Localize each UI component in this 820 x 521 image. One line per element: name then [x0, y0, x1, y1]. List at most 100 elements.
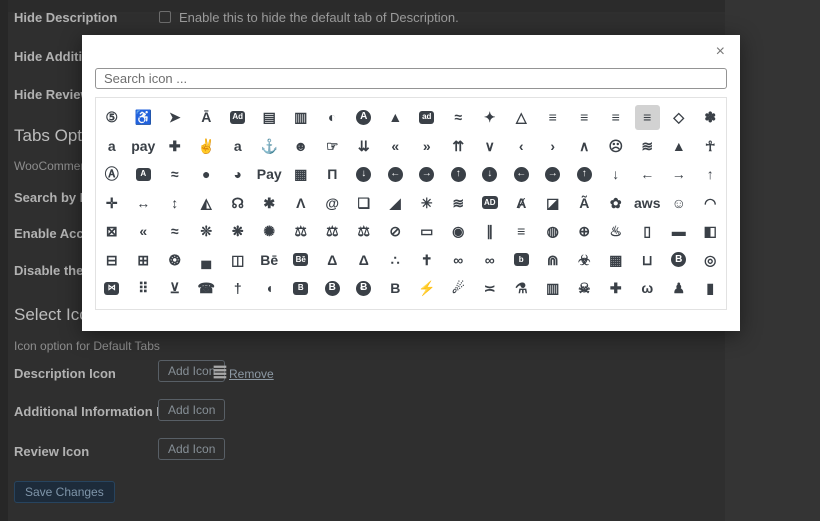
icon-cell-address-book[interactable]: ▤ [254, 103, 286, 132]
icon-cell-bitcoin[interactable]: B [663, 246, 695, 275]
icon-cell-app-store-ios[interactable]: A [128, 160, 160, 189]
icon-cell-bars[interactable]: ≡ [506, 217, 538, 246]
icon-cell-beer[interactable]: ◫ [222, 246, 254, 275]
icon-cell-battle-net[interactable]: ❂ [159, 246, 191, 275]
icon-cell-arrows-alt[interactable]: ✛ [96, 189, 128, 218]
icon-cell-behance[interactable]: Bē [254, 246, 286, 275]
icon-cell-baby-carriage[interactable]: ◠ [695, 189, 727, 218]
icon-cell-acquisitions-incorporated[interactable]: Ā [191, 103, 223, 132]
icon-cell-affiliatetheme[interactable]: ≈ [443, 103, 475, 132]
icon-cell-award[interactable]: ✿ [600, 189, 632, 218]
icon-cell-bootstrap[interactable]: B [96, 303, 128, 311]
icon-cell-book-medical[interactable]: ✚ [600, 274, 632, 303]
icon-cell-baseball-ball[interactable]: ◍ [537, 217, 569, 246]
icon-cell-alipay[interactable]: ◇ [663, 103, 695, 132]
icon-cell-aviato[interactable]: Ã [569, 189, 601, 218]
icon-cell-app-store[interactable]: Ⓐ [96, 160, 128, 189]
icon-cell-angle-double-left[interactable]: « [380, 132, 412, 161]
icon-cell-border-style[interactable]: Γ [191, 303, 223, 311]
icon-cell-battery-quarter[interactable]: ⊟ [96, 246, 128, 275]
icon-cell-bong[interactable]: ⚗ [506, 274, 538, 303]
icon-cell-ankh[interactable]: ☥ [695, 132, 727, 161]
icon-cell-broadcast-tower[interactable]: Ψ [506, 303, 538, 311]
icon-cell-ad[interactable]: Ad [222, 103, 254, 132]
icon-cell-autoprefixer[interactable]: Ⱥ [506, 189, 538, 218]
icon-cell-angle-up[interactable]: ∧ [569, 132, 601, 161]
icon-cell-bluetooth[interactable]: Ƀ [348, 274, 380, 303]
icon-cell-blackberry[interactable]: ⠿ [128, 274, 160, 303]
icon-cell-angle-double-right[interactable]: » [411, 132, 443, 161]
icon-cell-angle-down[interactable]: ∨ [474, 132, 506, 161]
icon-cell-amazon[interactable]: a [96, 132, 128, 161]
icon-cell-bookmark[interactable]: ▮ [695, 274, 727, 303]
icon-cell-arrows-alt-v[interactable]: ↕ [159, 189, 191, 218]
icon-cell-apple-alt[interactable]: ◕ [222, 160, 254, 189]
icon-cell-american-sign-language-interpreting[interactable]: ✌ [191, 132, 223, 161]
icon-cell-balance-scale-right[interactable]: ⚖ [348, 217, 380, 246]
icon-cell-arrow-alt-circle-up[interactable]: ↑ [443, 160, 475, 189]
icon-cell-briefcase[interactable]: ▣ [443, 303, 475, 311]
icon-cell-bomb[interactable]: ☄ [443, 274, 475, 303]
icon-cell-archive[interactable]: ▦ [285, 160, 317, 189]
icon-cell-align-right[interactable]: ≡ [635, 105, 661, 130]
icon-cell-arrow-circle-up[interactable]: ↑ [569, 160, 601, 189]
icon-cell-binoculars[interactable]: ⋒ [537, 246, 569, 275]
icon-cell-atom[interactable]: ✳ [411, 189, 443, 218]
icon-cell-apple[interactable]: ● [191, 160, 223, 189]
icon-cell-artstation[interactable]: ◭ [191, 189, 223, 218]
icon-cell-basketball-ball[interactable]: ⊕ [569, 217, 601, 246]
icon-cell-book[interactable]: ▥ [537, 274, 569, 303]
icon-cell-black-tie[interactable]: ⋈ [96, 274, 128, 303]
icon-cell-arrow-alt-circle-down[interactable]: ↓ [348, 160, 380, 189]
icon-cell-audio-description[interactable]: AD [474, 189, 506, 218]
icon-cell-angular[interactable]: ▲ [663, 132, 695, 161]
icon-cell-arrow-up[interactable]: ↑ [695, 160, 727, 189]
icon-cell-battery-half[interactable]: ◧ [695, 217, 727, 246]
icon-cell-audible[interactable]: ≋ [443, 189, 475, 218]
icon-cell-angrycreative[interactable]: ≋ [632, 132, 664, 161]
icon-cell-bell[interactable]: Δ [317, 246, 349, 275]
icon-cell-band-aid[interactable]: ▭ [411, 217, 443, 246]
icon-cell-accusoft[interactable]: ➤ [159, 103, 191, 132]
icon-cell-book-dead[interactable]: ☠ [569, 274, 601, 303]
icon-cell-birthday-cake[interactable]: ▦ [600, 246, 632, 275]
icon-cell-battery-three-quarters[interactable]: ⊞ [128, 246, 160, 275]
icon-cell-baby[interactable]: ☺ [663, 189, 695, 218]
icon-cell-building[interactable]: ▦ [695, 303, 727, 311]
icon-cell-aws[interactable]: aws [632, 189, 664, 218]
icon-cell-atlassian[interactable]: ◢ [380, 189, 412, 218]
icon-cell-briefcase-medical[interactable]: ✚ [474, 303, 506, 311]
icon-cell-battery-full[interactable]: ▬ [663, 217, 695, 246]
icon-cell-angle-left[interactable]: ‹ [506, 132, 538, 161]
icon-cell-align-left[interactable]: ≡ [600, 103, 632, 132]
icon-cell-algolia[interactable]: △ [506, 103, 538, 132]
icon-cell-atlas[interactable]: ❏ [348, 189, 380, 218]
icon-cell-box[interactable]: ▤ [254, 303, 286, 311]
icon-cell-box-open[interactable]: ⊔ [285, 303, 317, 311]
icon-cell-btc[interactable]: Ƀ [600, 303, 632, 311]
icon-cell-angellist[interactable]: ☞ [317, 132, 349, 161]
icon-cell-bug[interactable]: Ж [663, 303, 695, 311]
icon-cell-arrow-alt-circle-right[interactable]: → [411, 160, 443, 189]
icon-cell-avianex[interactable]: ◪ [537, 189, 569, 218]
icon-cell-bible[interactable]: ✝ [411, 246, 443, 275]
icon-cell-asymmetrik[interactable]: Λ [285, 189, 317, 218]
close-icon[interactable]: × [716, 44, 725, 60]
icon-cell-accessible-icon[interactable]: ♿ [128, 103, 160, 132]
icon-cell-boxes[interactable]: ⊞ [317, 303, 349, 311]
icon-cell-align-center[interactable]: ≡ [537, 103, 569, 132]
icon-cell-arrow-circle-right[interactable]: → [537, 160, 569, 189]
icon-cell-bold[interactable]: B [380, 274, 412, 303]
icon-cell-bity[interactable]: ◎ [695, 246, 727, 275]
icon-cell-bitbucket[interactable]: ⊔ [632, 246, 664, 275]
icon-cell-anchor[interactable]: ⚓ [254, 132, 286, 161]
add-icon-button-additional[interactable]: Add Icon [158, 399, 225, 421]
icon-cell-barcode[interactable]: ∥ [474, 217, 506, 246]
icon-cell-broom[interactable]: ∕ [537, 303, 569, 311]
icon-cell-book-reader[interactable]: ♟ [663, 274, 695, 303]
icon-cell-arrow-circle-down[interactable]: ↓ [474, 160, 506, 189]
icon-cell-bandcamp[interactable]: ◉ [443, 217, 475, 246]
icon-cell-apper[interactable]: ≈ [159, 160, 191, 189]
icon-cell-arrow-left[interactable]: ← [632, 160, 664, 189]
icon-cell-battery-empty[interactable]: ▯ [632, 217, 664, 246]
